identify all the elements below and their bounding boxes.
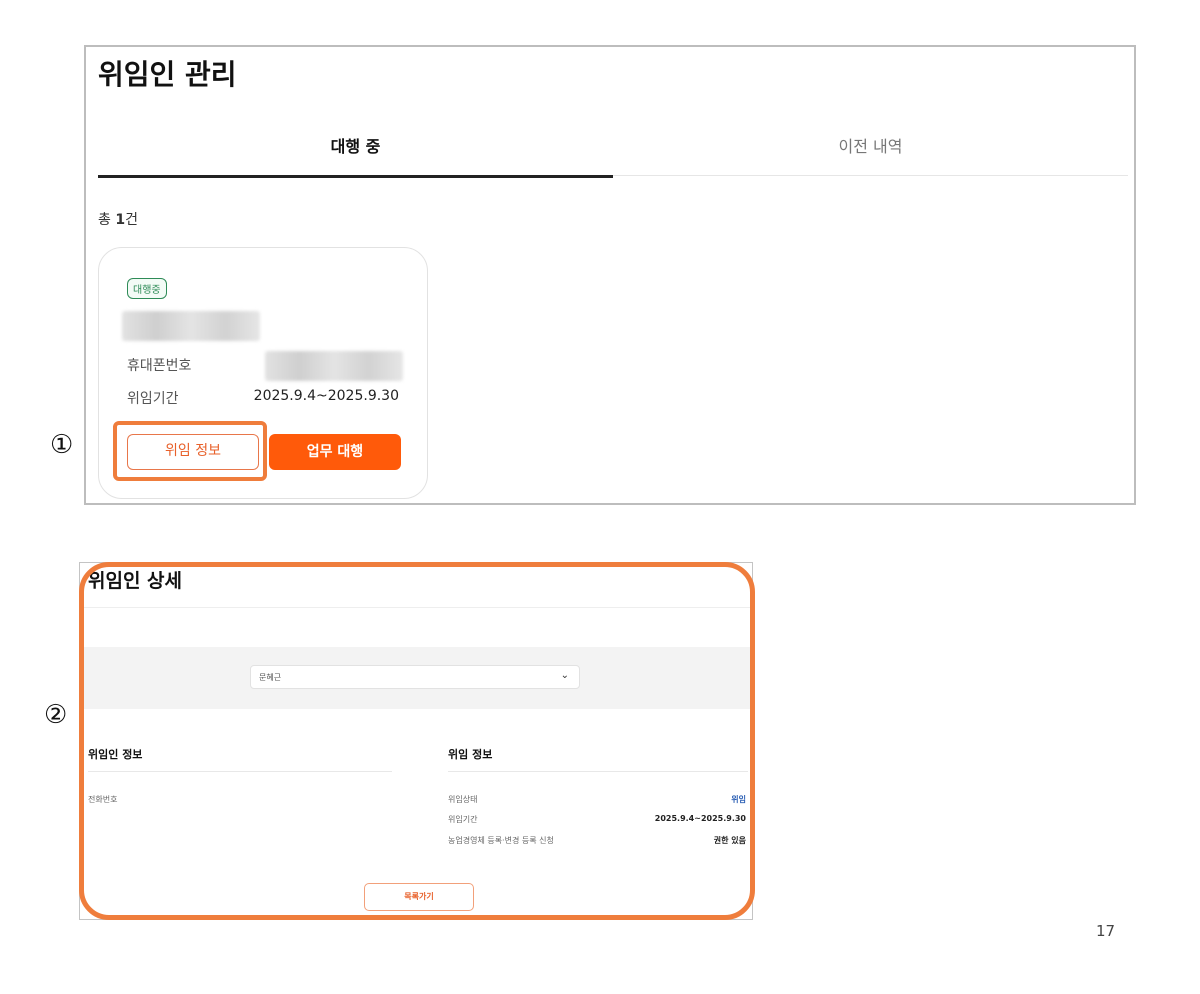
- total-count: 총 1건: [98, 209, 138, 229]
- count-prefix: 총: [98, 212, 116, 228]
- act-on-behalf-button[interactable]: 업무 대행: [269, 434, 401, 470]
- count-suffix: 건: [125, 212, 138, 228]
- status-badge: 대행중: [127, 278, 167, 299]
- period-label: 위임기간: [127, 391, 179, 407]
- highlight-box-2: [79, 562, 755, 920]
- phone-label: 휴대폰번호: [127, 358, 192, 374]
- redacted-phone: [265, 351, 403, 381]
- tab-history[interactable]: 이전 내역: [613, 131, 1128, 176]
- highlight-box-1: [113, 421, 267, 481]
- tab-in-progress[interactable]: 대행 중: [98, 131, 613, 178]
- tab-bar: 대행 중 이전 내역: [98, 131, 1128, 179]
- page-number: 17: [1096, 922, 1116, 940]
- period-value: 2025.9.4~2025.9.30: [253, 388, 399, 404]
- marker-1: ①: [50, 430, 74, 460]
- marker-2: ②: [44, 700, 68, 730]
- redacted-name: [122, 311, 260, 341]
- page-title: 위임인 관리: [98, 58, 237, 91]
- count-value: 1: [115, 212, 126, 228]
